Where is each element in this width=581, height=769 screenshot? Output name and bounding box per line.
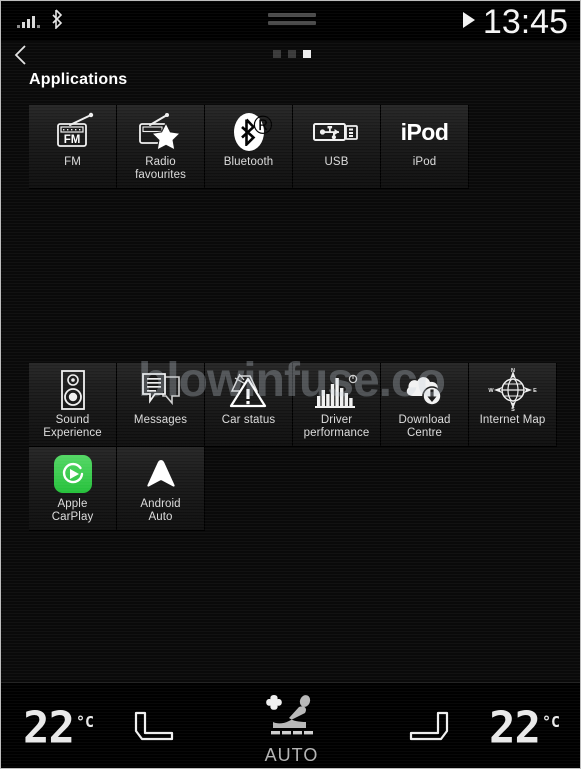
app-label-line2: performance bbox=[303, 426, 370, 439]
app-tile-download-centre[interactable]: Download Centre bbox=[381, 363, 469, 447]
page-dot-2[interactable] bbox=[287, 50, 296, 58]
left-temperature-unit: °C bbox=[75, 713, 95, 731]
warning-triangle-icon bbox=[205, 366, 292, 414]
ipod-icon: iPod bbox=[381, 108, 468, 156]
auto-label: AUTO bbox=[264, 745, 319, 765]
signal-bars-icon bbox=[17, 14, 40, 28]
bluetooth-icon bbox=[51, 9, 63, 34]
status-bar: 13:45 bbox=[1, 1, 580, 41]
app-group-media: FM FM Radio favourites ® Bluetooth USB i… bbox=[29, 105, 561, 189]
app-tile-sound-experience[interactable]: Sound Experience bbox=[29, 363, 117, 447]
app-group-services: Sound Experience Messages Car status Dri… bbox=[29, 363, 561, 447]
app-label-line1: Download bbox=[398, 414, 451, 426]
message-icon bbox=[117, 366, 204, 414]
bluetooth-glyph bbox=[52, 9, 63, 30]
right-temperature-display[interactable]: 22 °C bbox=[489, 699, 560, 752]
ipod-wordmark: iPod bbox=[400, 118, 449, 145]
app-tile-car-status[interactable]: Car status bbox=[205, 363, 293, 447]
app-label: Internet Map bbox=[479, 414, 546, 426]
app-tile-fm[interactable]: FM FM bbox=[29, 105, 117, 189]
app-label-line2: CarPlay bbox=[51, 510, 94, 523]
empty-grid-space bbox=[29, 189, 561, 363]
climate-bar: 22 °C AUTO 22 °C bbox=[1, 682, 580, 768]
app-tile-radio-favourites[interactable]: Radio favourites bbox=[117, 105, 205, 189]
seat-heat-right-icon[interactable] bbox=[404, 709, 454, 756]
right-temperature-unit: °C bbox=[541, 713, 560, 731]
app-tile-android-auto[interactable]: Android Auto bbox=[117, 447, 205, 531]
app-label: iPod bbox=[412, 156, 437, 168]
app-tile-bluetooth[interactable]: ® Bluetooth bbox=[205, 105, 293, 189]
app-label-line2: Centre bbox=[406, 426, 443, 439]
app-tile-usb[interactable]: USB bbox=[293, 105, 381, 189]
page-dot-1[interactable] bbox=[272, 50, 281, 58]
app-label-line1: Apple bbox=[57, 498, 88, 510]
climate-auto-control[interactable]: AUTO bbox=[261, 691, 323, 766]
compass-globe-icon: N S W E bbox=[469, 366, 556, 414]
app-tile-driver-performance[interactable]: Driver performance bbox=[293, 363, 381, 447]
svg-text:FM: FM bbox=[63, 134, 80, 146]
app-label-line2: favourites bbox=[135, 168, 186, 181]
play-icon bbox=[463, 12, 475, 28]
app-tile-apple-carplay[interactable]: Apple CarPlay bbox=[29, 447, 117, 531]
radio-favourites-icon bbox=[117, 108, 204, 156]
app-label-line1: Radio bbox=[145, 156, 176, 168]
app-label: FM bbox=[64, 156, 81, 168]
speaker-icon bbox=[29, 366, 116, 414]
application-grid: FM FM Radio favourites ® Bluetooth USB i… bbox=[29, 105, 561, 531]
page-dot-3[interactable] bbox=[302, 50, 311, 58]
app-label: Messages bbox=[133, 414, 188, 426]
page-title: Applications bbox=[29, 71, 128, 88]
android-auto-icon bbox=[117, 450, 204, 498]
carplay-glyph bbox=[53, 455, 92, 493]
app-label-line1: Driver bbox=[320, 414, 353, 426]
nav-row bbox=[1, 41, 580, 69]
svg-text:W: W bbox=[488, 388, 494, 394]
fm-radio-icon: FM bbox=[29, 108, 116, 156]
back-chevron-icon[interactable] bbox=[11, 43, 31, 65]
app-label-line1: Android bbox=[140, 498, 181, 510]
svg-text:N: N bbox=[511, 368, 515, 374]
infotainment-screen: 13:45 Applications blowinfuse.co FM FM R… bbox=[0, 0, 581, 769]
page-indicator-dots bbox=[272, 50, 311, 58]
app-tile-internet-map[interactable]: N S W E Internet Map bbox=[469, 363, 557, 447]
app-label-line2: Experience bbox=[43, 426, 102, 439]
app-label: Car status bbox=[221, 414, 276, 426]
app-label-line1: Sound bbox=[55, 414, 90, 426]
svg-text:S: S bbox=[511, 407, 515, 412]
svg-text:E: E bbox=[533, 388, 537, 394]
app-label: USB bbox=[324, 156, 349, 168]
app-tile-messages[interactable]: Messages bbox=[117, 363, 205, 447]
drag-handle[interactable] bbox=[267, 13, 316, 29]
bar-chart-icon bbox=[293, 366, 380, 414]
app-tile-ipod[interactable]: iPod iPod bbox=[381, 105, 469, 189]
seat-heat-left-icon[interactable] bbox=[129, 709, 179, 756]
app-label-line2: Auto bbox=[148, 510, 173, 523]
left-temperature-display[interactable]: 22 °C bbox=[23, 699, 94, 752]
right-temperature-value: 22 bbox=[488, 702, 541, 754]
app-group-projection: Apple CarPlay Android Auto bbox=[29, 447, 561, 531]
climate-auto-seat-fan-icon bbox=[261, 691, 323, 746]
bluetooth-icon: ® bbox=[205, 108, 292, 156]
bluetooth-glyph: ® bbox=[233, 112, 273, 151]
app-label: Bluetooth bbox=[223, 156, 274, 168]
left-temperature-value: 22 bbox=[23, 702, 75, 754]
registered-trademark-icon: ® bbox=[253, 110, 273, 140]
clock: 13:45 bbox=[482, 3, 568, 41]
usb-icon bbox=[293, 108, 380, 156]
apple-carplay-icon bbox=[29, 450, 116, 498]
cloud-download-icon bbox=[381, 366, 468, 414]
